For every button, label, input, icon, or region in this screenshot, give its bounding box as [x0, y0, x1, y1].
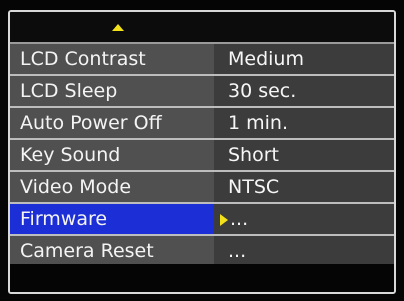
menu-item-value: ...	[228, 240, 247, 262]
menu-item-value: 30 sec.	[228, 80, 297, 102]
menu-item-value-cell[interactable]: ...	[214, 204, 394, 234]
menu-bottom-area	[10, 264, 394, 292]
menu-item-value: 1 min.	[228, 112, 288, 134]
menu-item-label: LCD Contrast	[10, 44, 214, 74]
menu-item-label: Camera Reset	[10, 236, 214, 266]
setup-menu-list: LCD Contrast Medium LCD Sleep 30 sec. Au…	[10, 44, 394, 268]
menu-item-firmware[interactable]: Firmware ...	[10, 204, 394, 236]
setup-menu-panel: LCD Contrast Medium LCD Sleep 30 sec. Au…	[8, 10, 396, 294]
menu-item-label: Key Sound	[10, 140, 214, 170]
menu-item-label: Auto Power Off	[10, 108, 214, 138]
camera-lcd-screen: LCD Contrast Medium LCD Sleep 30 sec. Au…	[0, 0, 404, 301]
menu-item-lcd-sleep[interactable]: LCD Sleep 30 sec.	[10, 76, 394, 108]
menu-item-label: Video Mode	[10, 172, 214, 202]
menu-item-label: Firmware	[10, 204, 214, 234]
menu-item-auto-power-off[interactable]: Auto Power Off 1 min.	[10, 108, 394, 140]
menu-item-key-sound[interactable]: Key Sound Short	[10, 140, 394, 172]
menu-item-label: LCD Sleep	[10, 76, 214, 106]
menu-item-value: Short	[228, 144, 279, 166]
menu-item-value: NTSC	[228, 176, 280, 198]
selection-pointer-icon	[220, 214, 228, 226]
menu-item-lcd-contrast[interactable]: LCD Contrast Medium	[10, 44, 394, 76]
scroll-up-arrow-icon[interactable]	[112, 24, 124, 31]
menu-item-video-mode[interactable]: Video Mode NTSC	[10, 172, 394, 204]
menu-item-value: ...	[230, 208, 249, 230]
scroll-indicator[interactable]	[10, 12, 394, 44]
menu-item-value: Medium	[228, 48, 304, 70]
